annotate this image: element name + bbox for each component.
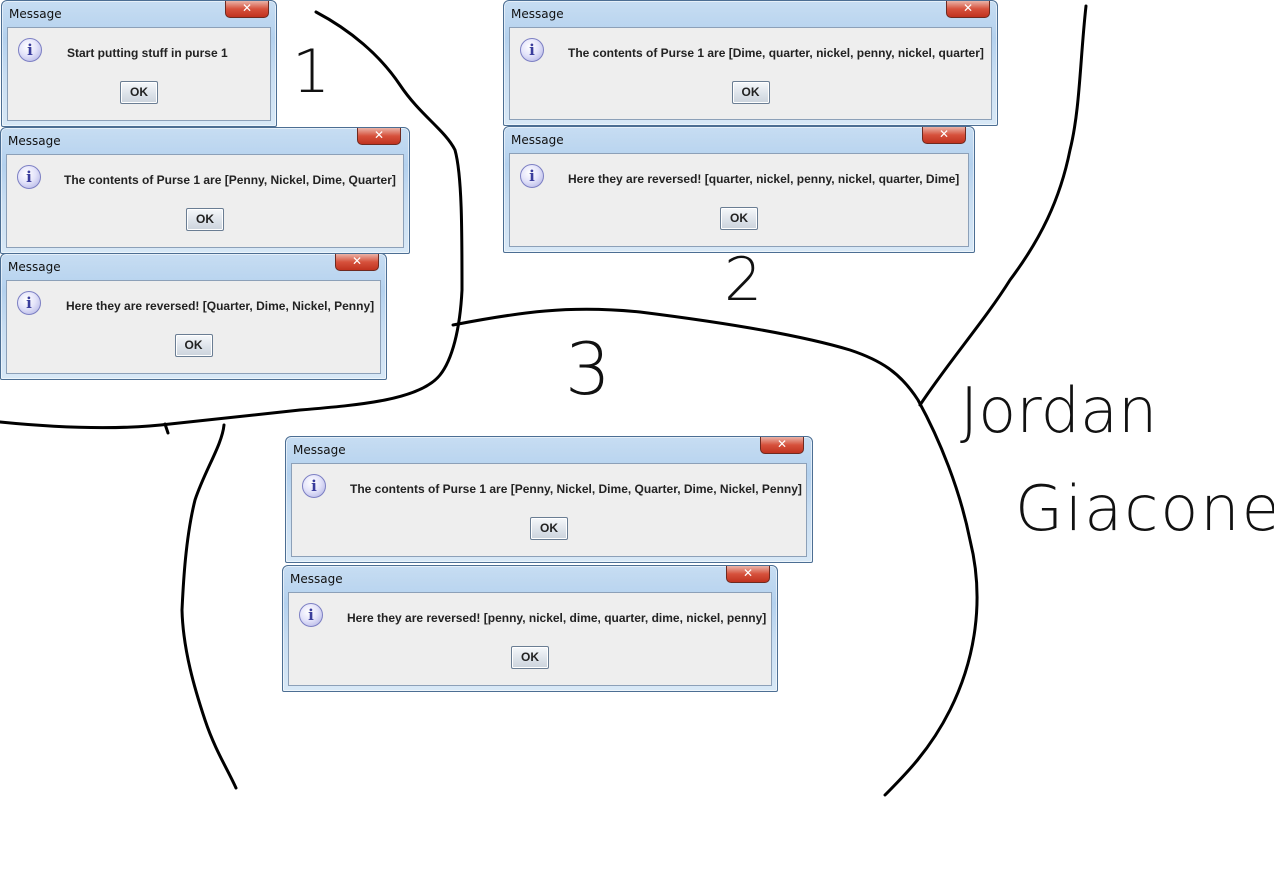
- close-button[interactable]: ✕: [726, 566, 770, 583]
- info-icon: i: [299, 603, 323, 627]
- message-dialog-reversed: Message ✕ i Here they are reversed! [Qua…: [0, 253, 387, 380]
- dialog-message: The contents of Purse 1 are [Penny, Nick…: [350, 482, 802, 496]
- signature-first-name: Jordan: [960, 374, 1158, 447]
- close-button[interactable]: ✕: [225, 1, 269, 18]
- ok-button[interactable]: OK: [120, 81, 158, 104]
- info-icon: i: [18, 38, 42, 62]
- close-button[interactable]: ✕: [760, 437, 804, 454]
- title-bar[interactable]: Message ✕: [1, 254, 386, 279]
- ok-button[interactable]: OK: [511, 646, 549, 669]
- dialog-body: i Here they are reversed! [Quarter, Dime…: [6, 280, 381, 374]
- message-dialog-reversed: Message ✕ i Here they are reversed! [qua…: [503, 126, 975, 253]
- ok-button[interactable]: OK: [186, 208, 224, 231]
- close-button[interactable]: ✕: [922, 127, 966, 144]
- message-dialog-start-purse: Message ✕ i Start putting stuff in purse…: [1, 0, 277, 127]
- dialog-title: Message: [9, 7, 62, 21]
- ok-button[interactable]: OK: [720, 207, 758, 230]
- dialog-body: i The contents of Purse 1 are [Dime, qua…: [509, 27, 992, 120]
- dialog-body: i Start putting stuff in purse 1 OK: [7, 27, 271, 121]
- divider-curve-left: [180, 423, 238, 790]
- dialog-message: Here they are reversed! [Quarter, Dime, …: [66, 299, 375, 313]
- info-icon: i: [302, 474, 326, 498]
- info-icon: i: [17, 291, 41, 315]
- dialog-message: The contents of Purse 1 are [Dime, quart…: [568, 46, 984, 60]
- dialog-title: Message: [8, 260, 61, 274]
- close-button[interactable]: ✕: [357, 128, 401, 145]
- close-button[interactable]: ✕: [335, 254, 379, 271]
- info-icon: i: [520, 38, 544, 62]
- dialog-message: Here they are reversed! [penny, nickel, …: [347, 611, 767, 625]
- close-icon: ✕: [351, 254, 363, 268]
- section-1-label: 1: [292, 37, 331, 107]
- close-icon: ✕: [241, 1, 253, 15]
- dialog-message: Here they are reversed! [quarter, nickel…: [568, 172, 960, 186]
- dialog-title: Message: [511, 7, 564, 21]
- dialog-message: The contents of Purse 1 are [Penny, Nick…: [64, 173, 396, 187]
- title-bar[interactable]: Message ✕: [1, 128, 409, 153]
- message-dialog-reversed: Message ✕ i Here they are reversed! [pen…: [282, 565, 778, 692]
- signature-last-name: Giacone: [1015, 472, 1274, 545]
- dialog-title: Message: [293, 443, 346, 457]
- close-icon: ✕: [938, 127, 950, 141]
- dialog-body: i The contents of Purse 1 are [Penny, Ni…: [6, 154, 404, 248]
- title-bar[interactable]: Message ✕: [504, 1, 997, 26]
- title-bar[interactable]: Message ✕: [286, 437, 812, 462]
- title-bar[interactable]: Message ✕: [504, 127, 974, 152]
- ok-button[interactable]: OK: [731, 81, 770, 104]
- dialog-body: i Here they are reversed! [quarter, nick…: [509, 153, 969, 247]
- dialog-title: Message: [511, 133, 564, 147]
- dialog-message: Start putting stuff in purse 1: [67, 46, 228, 60]
- close-icon: ✕: [962, 1, 974, 15]
- dialog-body: i The contents of Purse 1 are [Penny, Ni…: [291, 463, 807, 557]
- dialog-body: i Here they are reversed! [penny, nickel…: [288, 592, 772, 686]
- close-icon: ✕: [742, 566, 754, 580]
- message-dialog-purse-contents: Message ✕ i The contents of Purse 1 are …: [0, 127, 410, 254]
- message-dialog-purse-contents: Message ✕ i The contents of Purse 1 are …: [503, 0, 998, 126]
- close-button[interactable]: ✕: [946, 1, 990, 18]
- ok-button[interactable]: OK: [174, 334, 213, 357]
- message-dialog-purse-contents: Message ✕ i The contents of Purse 1 are …: [285, 436, 813, 563]
- section-3-label: 3: [565, 327, 611, 411]
- title-bar[interactable]: Message ✕: [283, 566, 777, 591]
- section-2-label: 2: [724, 245, 763, 315]
- dialog-title: Message: [290, 572, 343, 586]
- title-bar[interactable]: Message ✕: [2, 1, 276, 26]
- info-icon: i: [520, 164, 544, 188]
- info-icon: i: [17, 165, 41, 189]
- ok-button[interactable]: OK: [530, 517, 568, 540]
- close-icon: ✕: [776, 437, 788, 451]
- dialog-title: Message: [8, 134, 61, 148]
- close-icon: ✕: [373, 128, 385, 142]
